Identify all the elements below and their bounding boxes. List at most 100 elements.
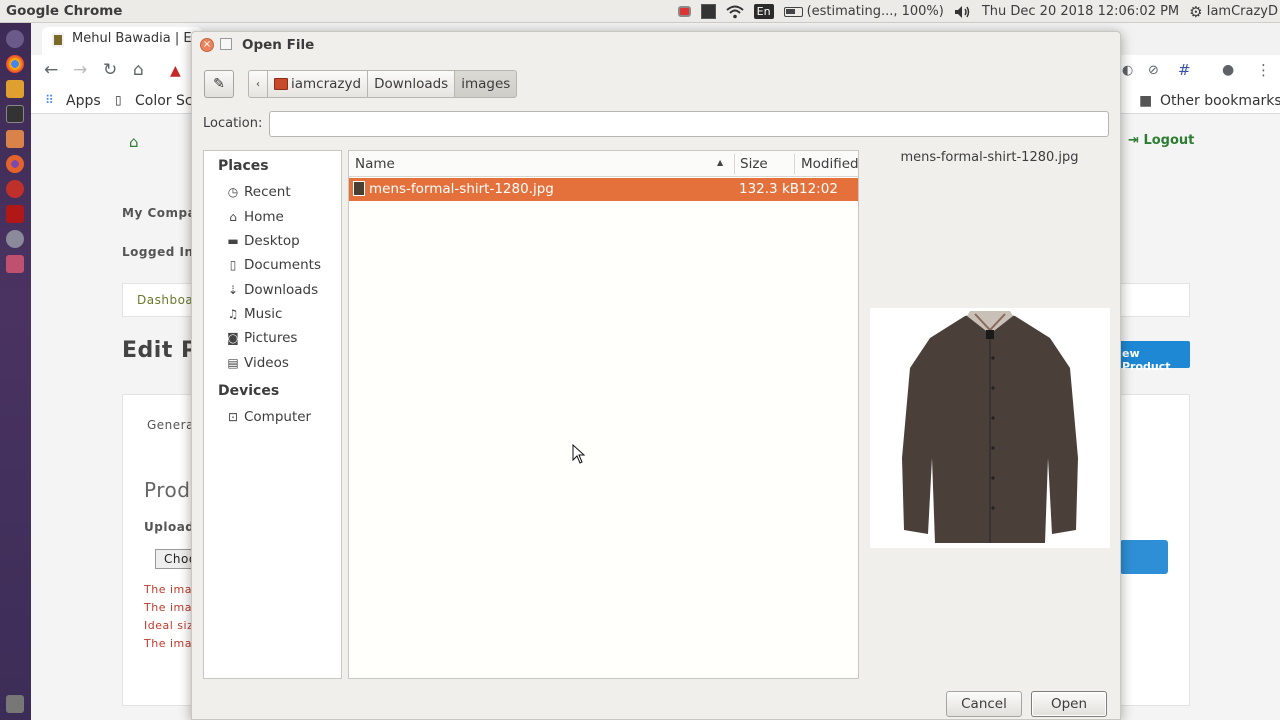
wifi-icon: [725, 5, 744, 18]
place-label: Pictures: [244, 330, 298, 346]
launcher-filezilla-icon[interactable]: [6, 205, 24, 223]
wifi-indicator[interactable]: [725, 5, 744, 19]
path-back-button[interactable]: ‹: [248, 70, 268, 98]
shirt-preview-image: [902, 311, 1078, 543]
cancel-button[interactable]: Cancel: [946, 691, 1022, 717]
launcher-app-icon[interactable]: [6, 80, 24, 98]
dialog-maximize-button[interactable]: [220, 38, 232, 50]
launcher-chrome-icon[interactable]: [6, 55, 24, 73]
browser-tab[interactable]: Mehul Bawadia | Ec: [42, 27, 202, 55]
username: IamCrazyD: [1206, 4, 1278, 19]
path-segment-label: images: [461, 76, 511, 92]
clock[interactable]: Thu Dec 20 2018 12:06:02 PM: [982, 4, 1179, 19]
place-home[interactable]: ⌂ Home: [226, 209, 284, 225]
place-music[interactable]: ♫ Music: [226, 306, 283, 322]
bookmark-apps[interactable]: Apps: [66, 93, 101, 109]
open-button[interactable]: Open: [1031, 691, 1107, 717]
devices-heading: Devices: [218, 383, 280, 399]
apps-grid-icon: ⠿: [45, 93, 54, 107]
dialog-title: Open File: [242, 37, 315, 53]
warning-icon: ▲: [170, 63, 181, 79]
file-row-selected[interactable]: mens-formal-shirt-1280.jpg 132.3 kB 12:0…: [349, 178, 858, 201]
column-modified[interactable]: Modified: [801, 156, 858, 172]
breadcrumb-dashboard[interactable]: Dashboa: [137, 293, 193, 307]
extension-icon[interactable]: ◐: [1122, 63, 1133, 78]
home-icon[interactable]: ⌂: [133, 60, 144, 80]
session-indicator[interactable]: ⚙ IamCrazyD: [1189, 3, 1278, 21]
trash-icon[interactable]: [6, 695, 24, 713]
section-heading: Prod: [144, 478, 191, 502]
clock-icon: ◷: [227, 185, 239, 199]
column-separator: [794, 154, 795, 174]
path-bar: ‹ iamcrazyd Downloads images: [248, 70, 518, 98]
place-downloads[interactable]: ⇣ Downloads: [226, 282, 318, 298]
launcher-dash-icon[interactable]: [6, 30, 24, 48]
logout-link[interactable]: ⇥ Logout: [1128, 133, 1194, 148]
gear-icon: ⚙: [1189, 2, 1203, 21]
folder-icon: ▬: [227, 234, 239, 248]
launcher-app3-icon[interactable]: [6, 255, 24, 273]
launcher-app2-icon[interactable]: [6, 180, 24, 198]
extension2-icon[interactable]: ⊘: [1148, 63, 1159, 78]
place-recent[interactable]: ◷ Recent: [226, 184, 291, 200]
path-segment-downloads[interactable]: Downloads: [367, 70, 456, 98]
tab-general[interactable]: Genera: [147, 418, 194, 432]
file-list-header: Name ▲ Size Modified: [349, 151, 858, 177]
reload-icon[interactable]: ↻: [103, 60, 117, 80]
site-home-icon[interactable]: ⌂: [129, 133, 139, 151]
place-desktop[interactable]: ▬ Desktop: [226, 233, 299, 249]
record-indicator[interactable]: [677, 6, 691, 17]
launcher-terminal-icon[interactable]: [6, 105, 24, 123]
back-icon[interactable]: ←: [44, 60, 58, 80]
volume-indicator[interactable]: [954, 5, 972, 19]
download-icon: ⇣: [227, 283, 239, 297]
path-segment-images[interactable]: images: [454, 70, 518, 98]
column-name[interactable]: Name: [355, 156, 395, 172]
dialog-close-button[interactable]: ×: [200, 38, 214, 52]
column-separator: [734, 154, 735, 174]
battery-indicator[interactable]: (estimating..., 100%): [783, 4, 944, 19]
profile-icon[interactable]: ●: [1222, 62, 1234, 78]
submit-button[interactable]: [1120, 540, 1168, 574]
places-sidebar: Places ◷ Recent ⌂ Home ▬ Desktop ▯ Documents…: [203, 150, 342, 679]
sort-ascending-icon: ▲: [717, 158, 724, 167]
path-segment-home[interactable]: iamcrazyd: [267, 70, 369, 98]
menu-indicator[interactable]: [700, 4, 716, 19]
place-label: Videos: [244, 355, 289, 371]
type-location-button[interactable]: ✎: [204, 70, 234, 98]
tab-favicon: [52, 33, 64, 47]
folder-icon: ■: [1139, 93, 1153, 109]
place-label: Home: [244, 209, 284, 225]
launcher-settings-icon[interactable]: [6, 230, 24, 248]
record-icon: [677, 6, 691, 17]
language-indicator[interactable]: En: [753, 4, 774, 19]
place-label: Documents: [244, 257, 321, 273]
image-file-icon: [353, 181, 365, 196]
location-input[interactable]: [269, 111, 1109, 137]
indicator-area: En (estimating..., 100%) Thu Dec 20 2018…: [677, 0, 1280, 23]
menu-dots-icon[interactable]: ⋮: [1256, 61, 1271, 79]
launcher-files-icon[interactable]: [6, 130, 24, 148]
document-icon: ▯: [229, 258, 237, 272]
bookmark-other[interactable]: Other bookmarks: [1160, 93, 1280, 109]
open-file-dialog: × Open File ✎ ‹ iamcrazyd Downloads imag…: [191, 31, 1121, 720]
place-documents[interactable]: ▯ Documents: [226, 257, 321, 273]
file-modified: 12:02: [799, 181, 838, 197]
forward-icon[interactable]: →: [73, 60, 87, 80]
location-label: Location:: [203, 116, 263, 131]
computer-icon: ⊡: [227, 410, 239, 424]
music-icon: ♫: [227, 307, 239, 321]
launcher-firefox-icon[interactable]: [6, 155, 24, 173]
new-product-button[interactable]: ew Product: [1112, 341, 1190, 373]
active-app-name: Google Chrome: [6, 3, 123, 19]
path-segment-label: Downloads: [374, 76, 449, 92]
logout-label: Logout: [1143, 133, 1195, 148]
device-computer[interactable]: ⊡ Computer: [226, 409, 311, 425]
place-pictures[interactable]: ◙ Pictures: [226, 330, 297, 346]
column-size[interactable]: Size: [740, 156, 768, 172]
preview-filename: mens-formal-shirt-1280.jpg: [900, 150, 1079, 165]
list-icon: [700, 4, 716, 19]
grid-extension-icon[interactable]: #: [1178, 61, 1191, 79]
mouse-pointer-icon: [572, 444, 586, 464]
place-videos[interactable]: ▤ Videos: [226, 355, 289, 371]
